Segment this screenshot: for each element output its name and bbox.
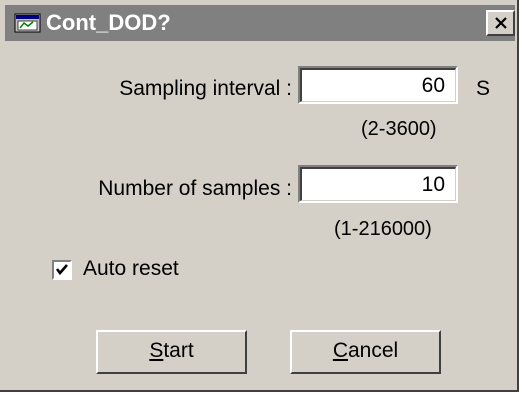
start-label-rest: tart (163, 339, 194, 362)
app-window-icon (14, 13, 41, 33)
start-mnemonic: S (149, 339, 164, 362)
checkmark-icon (55, 264, 68, 276)
auto-reset-label[interactable]: Auto reset (83, 257, 179, 281)
sampling-interval-label: Sampling interval : (119, 77, 292, 100)
close-x-icon (495, 17, 507, 29)
number-of-samples-field[interactable]: 10 (298, 165, 458, 203)
window-title: Cont_DOD? (46, 10, 171, 35)
cancel-label-rest: ancel (347, 339, 399, 362)
sampling-interval-unit: S (476, 77, 491, 100)
sampling-interval-value[interactable]: 60 (300, 68, 456, 102)
title-bar[interactable]: Cont_DOD? (5, 5, 515, 41)
number-of-samples-range: (1-216000) (334, 218, 432, 240)
start-button[interactable]: Start (96, 330, 247, 374)
sampling-interval-field[interactable]: 60 (298, 66, 458, 104)
close-button[interactable] (486, 10, 515, 36)
dialog-window: Cont_DOD? Sampling interval : 60 S (2-36… (0, 0, 519, 392)
auto-reset-checkbox[interactable] (52, 260, 72, 280)
number-of-samples-label: Number of samples : (98, 177, 292, 200)
number-of-samples-value[interactable]: 10 (300, 167, 456, 201)
sampling-interval-range: (2-3600) (361, 118, 437, 140)
cancel-button[interactable]: Cancel (290, 330, 441, 374)
cancel-mnemonic: C (332, 339, 348, 362)
